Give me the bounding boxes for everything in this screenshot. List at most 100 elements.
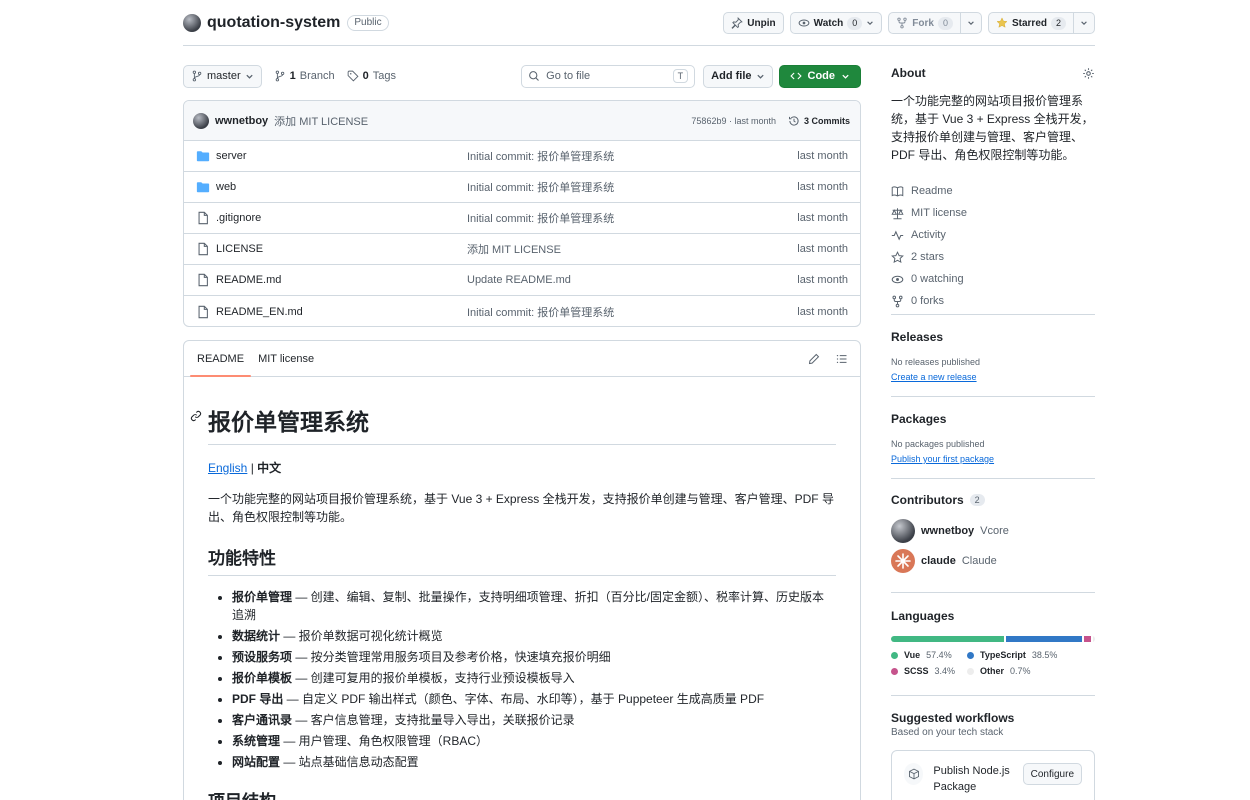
language-bar-segment[interactable] [1093,636,1095,642]
tab-license[interactable]: MIT license [251,341,321,376]
workflow-title: Publish Node.js Package [933,765,1010,793]
feature-item: 数据统计 — 报价单数据可视化统计概览 [232,627,836,645]
readme-title-text: 报价单管理系统 [208,409,369,435]
unpin-label: Unpin [747,17,776,29]
file-row[interactable]: server Initial commit: 报价单管理系统 last mont… [184,141,860,172]
language-item[interactable]: Vue 57.4% [891,650,967,660]
license-link[interactable]: MIT license [891,202,1095,224]
stars-link[interactable]: 2 stars [891,246,1095,268]
feature-name: 预设服务项 [232,650,293,664]
avatar[interactable] [891,519,915,543]
feature-name: 报价单管理 [232,590,293,604]
file-row[interactable]: README.md Update README.md last month [184,265,860,296]
file-name[interactable]: server [216,150,467,162]
feature-text: — 按分类管理常用服务项目及参考价格，快速填充报价明细 [292,650,611,664]
branch-icon [192,70,202,82]
feature-item: 客户通讯录 — 客户信息管理，支持批量导入导出，关联报价记录 [232,711,836,729]
branch-select-button[interactable]: master [183,64,262,88]
commit-author[interactable]: wwnetboy [215,115,268,127]
tab-readme[interactable]: README [190,341,252,377]
fork-button[interactable]: Fork 0 [888,12,961,34]
contributor-item[interactable]: claude Claude [891,546,1095,576]
file-commit-message[interactable]: Initial commit: 报价单管理系统 [467,304,797,320]
releases-heading[interactable]: Releases [891,330,1095,344]
link-label: Activity [911,229,946,241]
file-commit-message[interactable]: Initial commit: 报价单管理系统 [467,179,797,195]
file-commit-message[interactable]: Update README.md [467,274,797,286]
language-item[interactable]: TypeScript 38.5% [967,650,1077,660]
configure-button[interactable]: Configure [1022,763,1082,785]
contributor-login[interactable]: claude [921,555,956,567]
readme-link[interactable]: Readme [891,180,1095,202]
chevron-down-icon [968,21,974,25]
file-commit-time: last month [797,212,848,224]
link-label: MIT license [911,207,968,219]
repo-name[interactable]: quotation-system [207,14,340,32]
sparkle-icon [895,553,911,569]
feature-name: 客户通讯录 [232,713,293,727]
star-count: 2 [1050,16,1066,30]
file-name[interactable]: README_EN.md [216,306,467,318]
file-name[interactable]: web [216,181,467,193]
fork-dropdown-button[interactable] [960,12,982,34]
file-commit-message[interactable]: Initial commit: 报价单管理系统 [467,148,797,164]
commit-author-avatar[interactable] [193,112,209,129]
file-commit-message[interactable]: 添加 MIT LICENSE [467,241,797,257]
contributors-heading[interactable]: Contributors [891,493,964,507]
fork-label: Fork [912,17,934,29]
file-commit-time: last month [797,181,848,193]
file-row[interactable]: README_EN.md Initial commit: 报价单管理系统 las… [184,296,860,326]
star-dropdown-button[interactable] [1074,12,1095,34]
watchers-link[interactable]: 0 watching [891,268,1095,290]
link-icon[interactable] [190,410,202,422]
contributor-item[interactable]: wwnetboy Vcore [891,516,1095,546]
language-item[interactable]: Other 0.7% [967,666,1077,676]
file-name[interactable]: LICENSE [216,243,467,255]
english-link[interactable]: English [208,461,247,475]
fork-group: Fork 0 [888,12,982,34]
avatar[interactable] [891,549,915,573]
add-file-button[interactable]: Add file [703,64,773,88]
language-bar-segment[interactable] [1084,636,1091,642]
commits-link[interactable]: 3 Commits [788,115,850,127]
code-button[interactable]: Code [778,64,861,88]
file-row[interactable]: web Initial commit: 报价单管理系统 last month [184,172,860,203]
file-name[interactable]: .gitignore [216,212,467,224]
feature-item: 报价单模板 — 创建可复用的报价单模板，支持行业预设模板导入 [232,669,836,687]
unpin-button[interactable]: Unpin [723,12,784,34]
file-row[interactable]: .gitignore Initial commit: 报价单管理系统 last … [184,203,860,234]
forks-link[interactable]: 0 forks [891,290,1095,312]
commit-message[interactable]: 添加 MIT LICENSE [274,113,368,129]
file-commit-message[interactable]: Initial commit: 报价单管理系统 [467,210,797,226]
watch-button[interactable]: Watch 0 [789,12,883,34]
file-row[interactable]: LICENSE 添加 MIT LICENSE last month [184,234,860,265]
language-dot [891,651,898,659]
releases-empty-text: No releases published [891,357,981,367]
tags-link[interactable]: 0 Tags [347,70,396,82]
pencil-icon[interactable] [808,353,820,365]
commit-hash-time[interactable]: 75862b9 · last month [691,116,776,126]
language-bar-segment[interactable] [1006,636,1083,642]
activity-link[interactable]: Activity [891,224,1095,246]
branch-icon [275,70,284,82]
contributor-login[interactable]: wwnetboy [921,525,974,537]
readme-description: 一个功能完整的网站项目报价管理系统，基于 Vue 3 + Express 全栈开… [208,492,834,524]
workflows-subtitle: Based on your tech stack [891,727,1004,738]
gear-icon[interactable] [1082,67,1095,80]
publish-package-link[interactable]: Publish your first package [891,454,994,464]
starred-button[interactable]: Starred 2 [987,12,1074,34]
create-release-link[interactable]: Create a new release [891,372,977,382]
language-bar-segment[interactable] [891,636,1005,642]
language-separator: | [247,461,258,475]
packages-heading[interactable]: Packages [891,412,1095,426]
owner-avatar[interactable] [183,14,201,32]
list-icon[interactable] [836,353,848,365]
branches-link[interactable]: 1 Branch [274,70,335,82]
go-to-file-input[interactable]: Go to file T [521,64,696,88]
language-item[interactable]: SCSS 3.4% [891,666,967,676]
feature-text: — 报价单数据可视化统计概览 [280,629,443,643]
workflow-card: Publish Node.js Package Configure [891,750,1095,800]
package-icon [904,763,924,785]
languages-legend: Vue 57.4% TypeScript 38.5% SCSS 3.4% Other 0… [891,650,1095,676]
file-name[interactable]: README.md [216,274,467,286]
